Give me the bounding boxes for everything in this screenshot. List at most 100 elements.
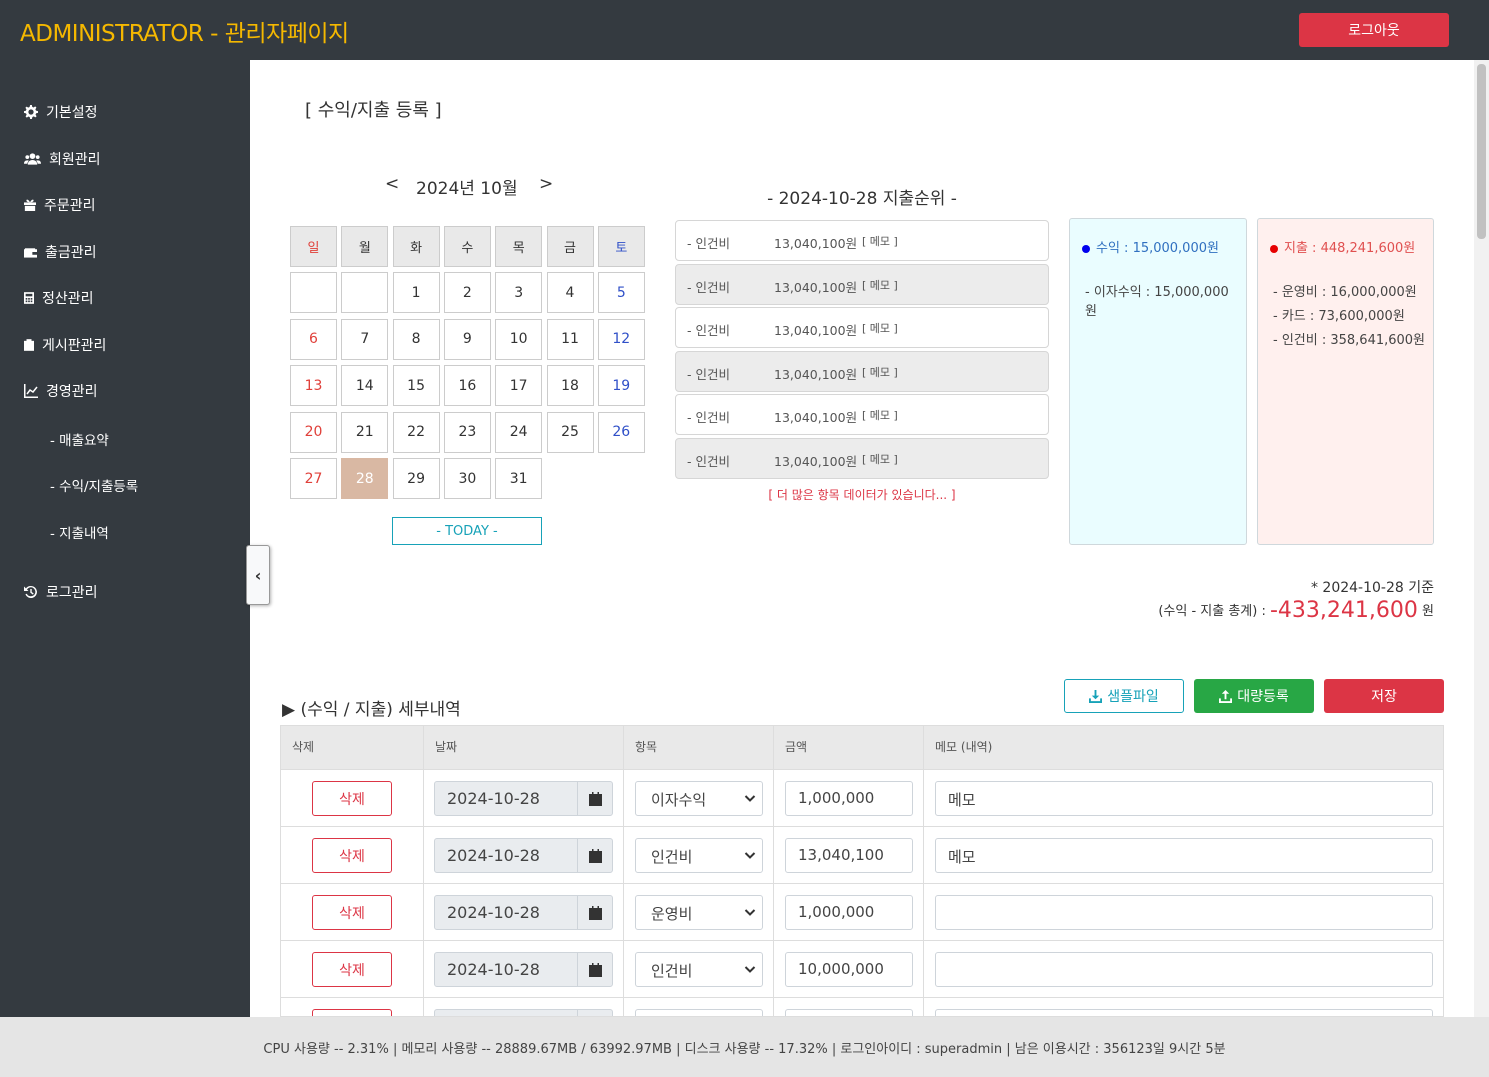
calendar-day[interactable]: 18 [546,365,594,407]
calendar-day[interactable]: 22 [392,411,440,453]
calendar-day[interactable]: 20 [290,411,337,453]
calendar-day[interactable]: 17 [495,365,543,407]
calendar-day[interactable]: 26 [597,411,645,453]
date-picker-button[interactable] [577,838,613,873]
sidebar-item-management[interactable]: 경영관리 [24,381,98,401]
amount-input[interactable]: 10,000,000 [785,952,913,987]
ranking-row: - 인건비 13,040,100원 [ 메모 ] [675,394,1049,435]
category-select[interactable] [635,1009,763,1016]
sidebar-item-members[interactable]: 회원관리 [24,149,101,169]
page-scrollbar[interactable] [1474,60,1489,1017]
calendar-day[interactable]: 6 [290,318,337,360]
memo-input[interactable] [935,895,1433,930]
logout-button[interactable]: 로그아웃 [1299,13,1449,47]
category-select[interactable]: 이자수익 [635,781,763,816]
calendar-day[interactable]: 21 [341,411,389,453]
memo-input[interactable] [935,952,1433,987]
calendar-day[interactable]: 27 [290,458,337,499]
sidebar-item-settlement[interactable]: 정산관리 [24,288,94,308]
calendar-weekday: 화 [392,226,440,267]
date-input[interactable]: 2024-10-28 [434,895,578,930]
ranking-category: - 인건비 [687,366,730,382]
amount-input[interactable]: 1,000,000 [785,781,913,816]
delete-row-button[interactable]: 삭제 [312,895,392,930]
memo-input[interactable] [935,1009,1433,1016]
date-input[interactable]: 2024-10-28 [434,781,578,816]
sidebar-item-orders[interactable]: 주문관리 [24,195,96,215]
calendar-day[interactable]: 13 [290,365,337,407]
calendar-day[interactable]: 29 [392,458,440,499]
calendar-prev-button[interactable]: < [385,174,399,194]
ranking-amount: 13,040,100원 [774,236,858,251]
delete-row-button[interactable]: 삭제 [312,838,392,873]
sample-file-button[interactable]: 샘플파일 [1064,679,1184,713]
calendar-day[interactable]: 11 [546,318,594,360]
save-button[interactable]: 저장 [1324,679,1444,713]
sidebar-subitem-sales-summary[interactable]: - 매출요약 [50,429,109,449]
category-select[interactable]: 인건비 [635,952,763,987]
scrollbar-thumb[interactable] [1477,64,1486,239]
summary-total-unit: 원 [1422,604,1434,619]
sidebar-item-basic-settings[interactable]: 기본설정 [24,102,98,122]
date-input[interactable]: 2024-10-28 [434,952,578,987]
category-select[interactable]: 운영비 [635,895,763,930]
calendar-day[interactable]: 4 [546,272,594,314]
summary-total-label: (수익 - 지출 총계) : [1158,604,1266,619]
calendar-day[interactable]: 3 [495,272,543,314]
history-icon [24,585,37,598]
ranking-row: - 인건비 13,040,100원 [ 메모 ] [675,307,1049,348]
amount-input[interactable]: 1,000,000 [785,895,913,930]
calendar-day[interactable]: 8 [392,318,440,360]
expense-summary-box: 지출 : 448,241,600원 - 운영비 : 16,000,000원 - … [1257,218,1434,545]
calendar-day[interactable]: 25 [546,411,594,453]
calendar-day[interactable]: 1 [392,272,440,314]
sidebar-item-label: 기본설정 [46,105,98,121]
date-input[interactable]: 2024-10-28 [434,838,578,873]
date-picker-button[interactable] [577,781,613,816]
calendar-day[interactable]: 15 [392,365,440,407]
calendar-day[interactable]: 14 [341,365,389,407]
category-select[interactable]: 인건비 [635,838,763,873]
calendar-day[interactable]: 31 [495,458,543,499]
calendar-day[interactable]: 12 [597,318,645,360]
delete-row-button[interactable]: 삭제 [312,952,392,987]
calendar-day[interactable]: 24 [495,411,543,453]
amount-input[interactable] [785,1009,913,1016]
date-picker-button[interactable] [577,1009,613,1016]
column-header-date: 날짜 [424,726,624,769]
calendar-day[interactable]: 19 [597,365,645,407]
calendar-day[interactable]: 16 [443,365,491,407]
calendar-day[interactable]: 23 [443,411,491,453]
calendar-next-button[interactable]: > [539,174,553,194]
date-picker-button[interactable] [577,952,613,987]
calendar-icon [588,962,602,977]
calendar-day[interactable]: 7 [341,318,389,360]
ranking-memo: [ 메모 ] [862,322,898,335]
memo-input[interactable]: 메모 [935,781,1433,816]
sidebar-collapse-button[interactable]: ‹ [246,545,270,605]
ranking-memo: [ 메모 ] [862,409,898,422]
delete-row-button[interactable]: 삭제 [312,1009,392,1016]
memo-input[interactable]: 메모 [935,838,1433,873]
ranking-category: - 인건비 [687,410,730,425]
calendar-day[interactable]: 2 [443,272,491,314]
calendar-day[interactable]: 28 [341,458,389,499]
date-picker-button[interactable] [577,895,613,930]
calendar-day[interactable]: 30 [443,458,491,499]
sample-file-label: 샘플파일 [1107,689,1159,705]
sidebar-item-withdrawals[interactable]: 출금관리 [24,242,97,262]
sidebar-item-logs[interactable]: 로그관리 [24,582,98,602]
delete-row-button[interactable]: 삭제 [312,781,392,816]
date-input[interactable] [434,1009,578,1016]
bulk-upload-button[interactable]: 대량등록 [1194,679,1314,713]
calendar-day[interactable]: 5 [597,272,645,314]
column-header-memo: 메모 (내역) [924,726,1443,769]
today-button[interactable]: - TODAY - [392,517,542,545]
sidebar-item-board[interactable]: 게시판관리 [24,335,106,355]
sidebar-subitem-expense-history[interactable]: - 지출내역 [50,522,109,542]
calendar-day[interactable]: 9 [443,318,491,360]
amount-input[interactable]: 13,040,100 [785,838,913,873]
ranking-more-notice: [ 더 많은 항목 데이터가 있습니다... ] [768,488,956,502]
calendar-day[interactable]: 10 [495,318,543,360]
sidebar-subitem-income-expense[interactable]: - 수익/지출등록 [50,475,138,495]
